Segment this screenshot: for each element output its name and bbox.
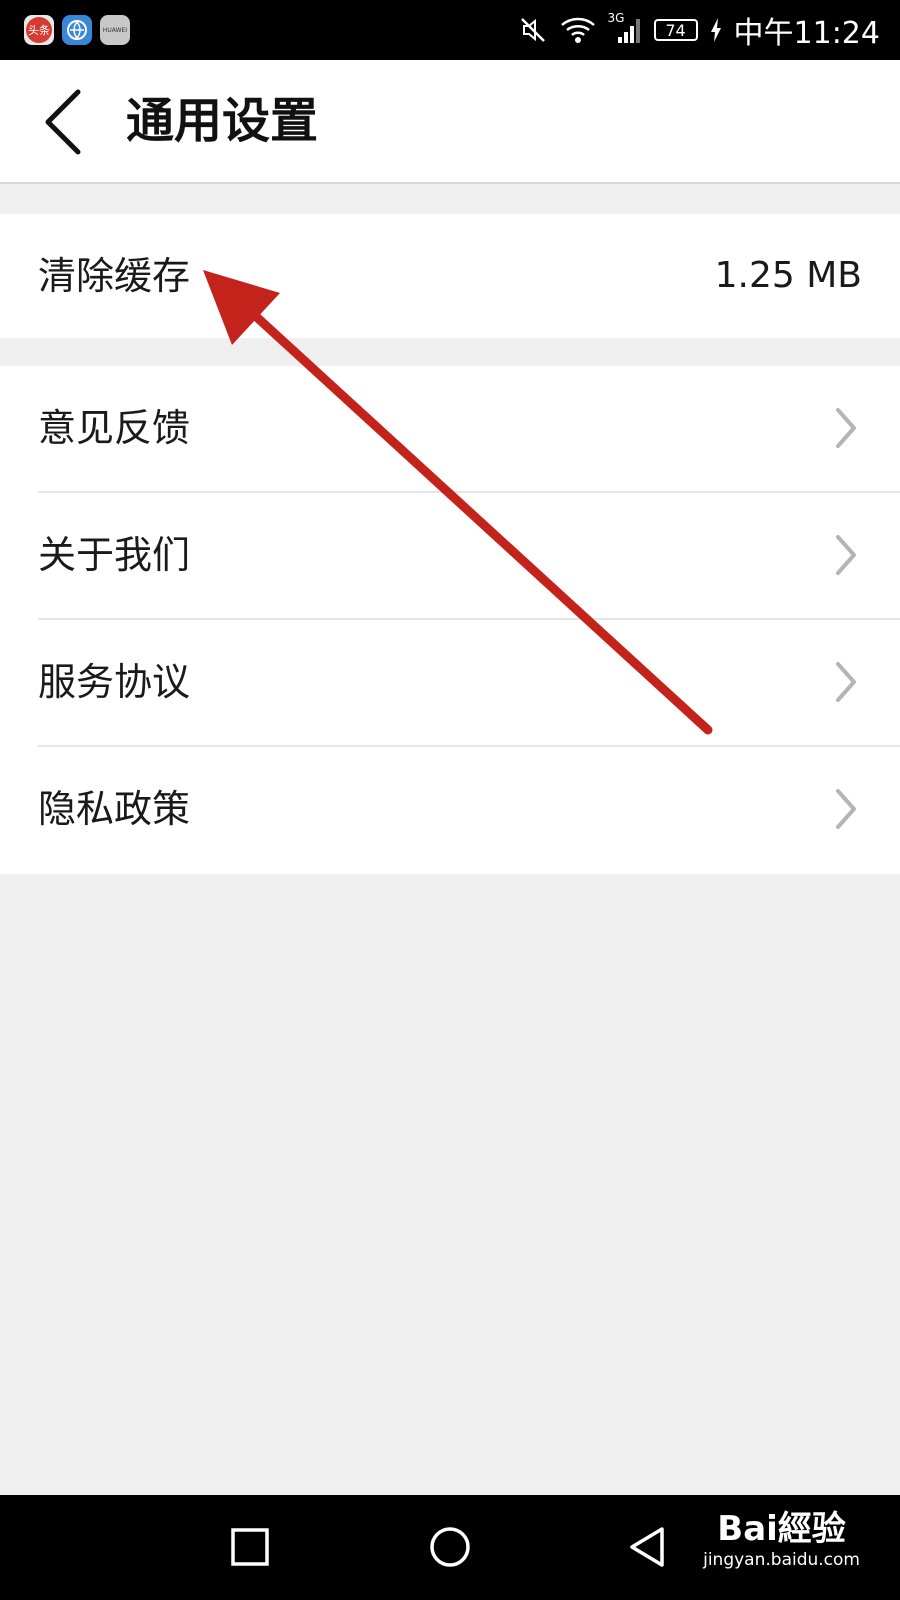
cache-group: 清除缓存 1.25 MB — [0, 214, 900, 338]
toutiao-app-icon: 头条 — [24, 15, 54, 45]
service-agreement-row[interactable]: 服务协议 — [0, 620, 900, 747]
service-agreement-label: 服务协议 — [38, 660, 191, 704]
status-bar: 头条 HUAWEI 3G 74 中午11:24 — [0, 0, 900, 60]
system-status: 3G 74 中午11:24 — [518, 10, 880, 51]
browser-app-icon — [62, 15, 92, 45]
page-title: 通用设置 — [126, 93, 319, 149]
huawei-app-icon: HUAWEI — [100, 15, 130, 45]
back-triangle-icon[interactable] — [626, 1525, 670, 1569]
battery-icon: 74 — [653, 19, 698, 41]
watermark-url: jingyan.baidu.com — [703, 1550, 860, 1570]
info-group: 意见反馈 关于我们 服务协议 隐私政策 — [0, 366, 900, 874]
system-nav-bar: Bai經验 jingyan.baidu.com — [0, 1495, 900, 1600]
signal-icon: 3G — [608, 11, 642, 45]
chevron-right-icon — [836, 662, 856, 702]
back-arrow-icon — [45, 89, 81, 155]
toutiao-app-label: 头条 — [26, 17, 52, 43]
clear-cache-label: 清除缓存 — [38, 254, 191, 298]
baidu-jingyan-watermark: Bai經验 jingyan.baidu.com — [703, 1509, 860, 1571]
huawei-app-label: HUAWEI — [102, 26, 128, 34]
app-header: 通用设置 — [0, 60, 900, 184]
about-us-label: 关于我们 — [38, 533, 191, 577]
recents-square-icon[interactable] — [228, 1525, 272, 1569]
charging-icon — [710, 18, 721, 42]
feedback-row[interactable]: 意见反馈 — [0, 366, 900, 493]
clear-cache-row[interactable]: 清除缓存 1.25 MB — [0, 214, 900, 338]
status-time: 中午11:24 — [733, 16, 880, 51]
mute-icon — [520, 18, 545, 42]
battery-level: 74 — [665, 20, 686, 40]
home-circle-icon[interactable] — [428, 1525, 472, 1569]
about-us-row[interactable]: 关于我们 — [0, 493, 900, 620]
chevron-right-icon — [836, 789, 856, 829]
back-button[interactable] — [38, 86, 88, 158]
chevron-right-icon — [836, 408, 856, 448]
watermark-logo: Bai經验 — [717, 1509, 846, 1549]
cache-size-value: 1.25 MB — [714, 255, 862, 296]
feedback-label: 意见反馈 — [38, 406, 191, 450]
wifi-icon — [560, 17, 595, 43]
privacy-policy-row[interactable]: 隐私政策 — [0, 747, 900, 874]
privacy-policy-label: 隐私政策 — [38, 787, 191, 831]
notification-icons: 头条 HUAWEI — [24, 15, 130, 45]
chevron-right-icon — [836, 535, 856, 575]
